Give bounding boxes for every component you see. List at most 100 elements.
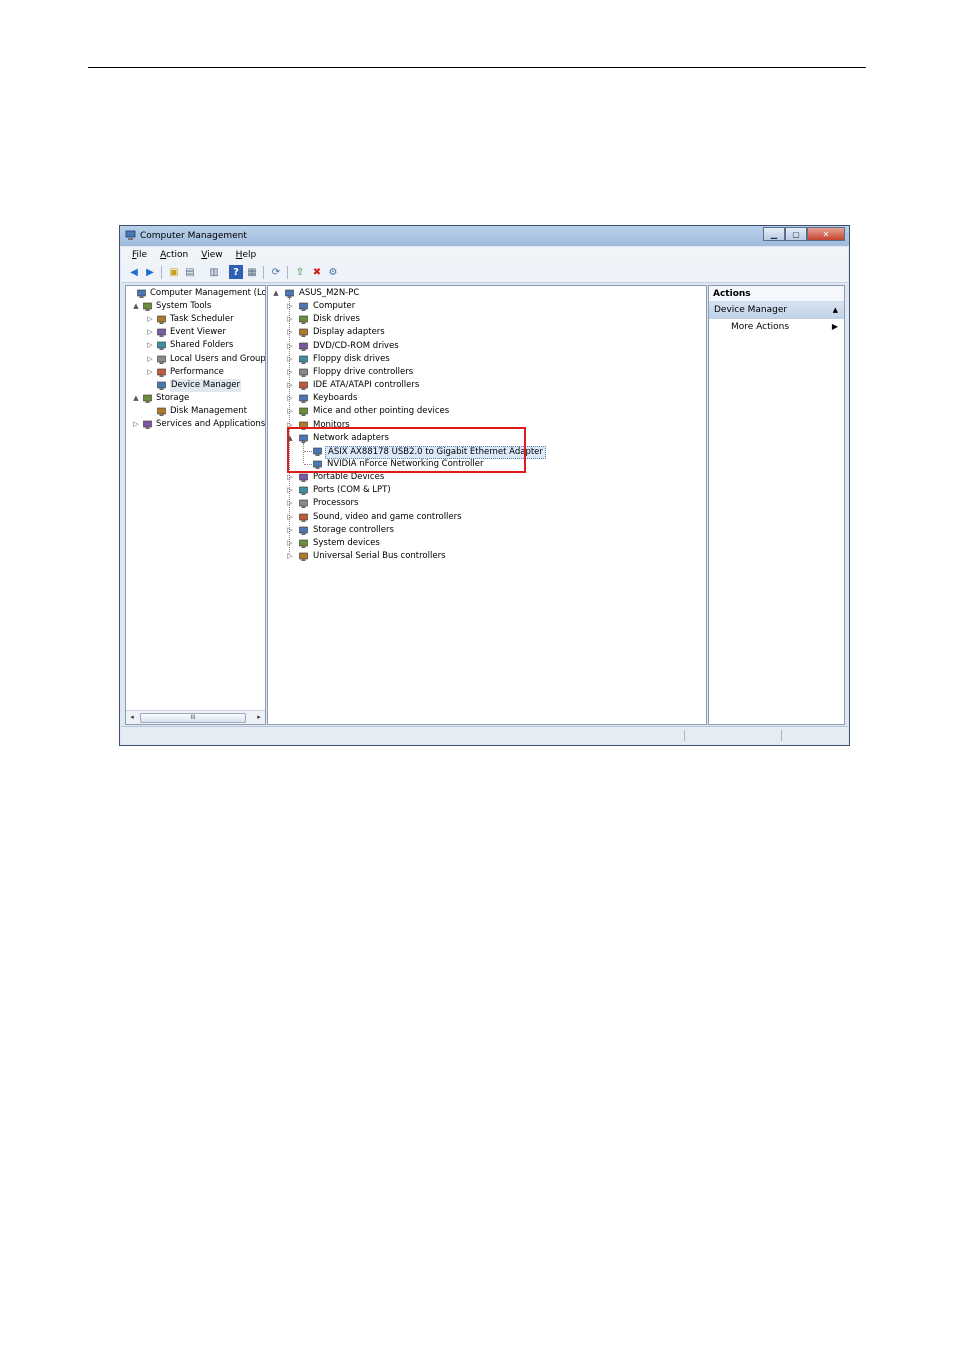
menu-label-rest: ction: [166, 250, 189, 260]
device-tree-root-label: ASUS_M2N-PC: [299, 288, 360, 298]
tree-item-performance[interactable]: ▷ Performance: [126, 366, 265, 379]
collapsed-arrow-icon[interactable]: ▷: [286, 366, 294, 379]
collapsed-arrow-icon[interactable]: ▷: [146, 366, 154, 379]
toolbar: ◀ ▶ ▣ ▤ ▥ ? ▦ ⟳ ⇧ ✖ ⚙: [121, 263, 848, 283]
tree-item-device-manager[interactable]: Device Manager: [126, 378, 265, 392]
disable-device-icon[interactable]: ⚙: [326, 265, 340, 279]
device-category-ide-ata-atapi-controllers[interactable]: ▷ IDE ATA/ATAPI controllers: [268, 379, 706, 392]
close-button[interactable]: ✕: [807, 227, 845, 241]
processor-icon: [299, 500, 308, 509]
collapsed-arrow-icon[interactable]: ▷: [286, 550, 294, 563]
menu-action[interactable]: Action: [160, 250, 188, 260]
forward-arrow-icon[interactable]: ▶: [143, 265, 157, 279]
device-category-ports-com-lpt[interactable]: ▷ Ports (COM & LPT): [268, 484, 706, 497]
device-category-system-devices[interactable]: ▷ System devices: [268, 537, 706, 550]
collapsed-arrow-icon[interactable]: ▷: [286, 537, 294, 550]
submenu-arrow-icon: ▶: [831, 322, 838, 331]
collapsed-arrow-icon[interactable]: ▷: [286, 326, 294, 339]
collapsed-arrow-icon[interactable]: ▷: [286, 353, 294, 366]
collapsed-arrow-icon[interactable]: ▷: [286, 300, 294, 313]
computer-management-icon: [125, 230, 136, 240]
actions-pane: Actions Device Manager ▲ More Actions ▶: [708, 285, 845, 725]
device-category-label: IDE ATA/ATAPI controllers: [313, 380, 420, 391]
sound-icon: [299, 513, 308, 522]
tree-item-system-tools[interactable]: ▲ System Tools: [126, 300, 265, 313]
tree-item-local-users-and-groups[interactable]: ▷ Local Users and Groups: [126, 353, 265, 366]
device-category-storage-controllers[interactable]: ▷ Storage controllers: [268, 524, 706, 537]
collapsed-arrow-icon[interactable]: ▷: [286, 471, 294, 484]
device-category-portable-devices[interactable]: ▷ Portable Devices: [268, 471, 706, 484]
uninstall-icon[interactable]: ✖: [310, 265, 324, 279]
collapsed-arrow-icon[interactable]: ▷: [146, 339, 154, 352]
view-icon[interactable]: ▦: [245, 265, 259, 279]
device-tree-root[interactable]: ▲ ASUS_M2N-PC: [268, 287, 706, 300]
device-category-universal-serial-bus-controllers[interactable]: ▷ Universal Serial Bus controllers: [268, 550, 706, 563]
device-category-floppy-drive-controllers[interactable]: ▷ Floppy drive controllers: [268, 366, 706, 379]
collapsed-arrow-icon[interactable]: ▷: [286, 497, 294, 510]
tree-item-storage[interactable]: ▲ Storage: [126, 392, 265, 405]
device-category-label: Ports (COM & LPT): [313, 485, 391, 496]
scrollbar-thumb[interactable]: III: [140, 713, 246, 723]
device-category-disk-drives[interactable]: ▷ Disk drives: [268, 313, 706, 326]
menu-view[interactable]: View: [201, 250, 222, 260]
tree-item-label: Task Scheduler: [170, 314, 234, 325]
device-category-mice-and-other-pointing-devices[interactable]: ▷ Mice and other pointing devices: [268, 405, 706, 418]
device-category-computer[interactable]: ▷ Computer: [268, 300, 706, 313]
device-category-display-adapters[interactable]: ▷ Display adapters: [268, 326, 706, 339]
more-actions-item[interactable]: More Actions: [731, 322, 789, 332]
toolbar-separator: [161, 266, 162, 279]
up-folder-icon[interactable]: ▣: [167, 265, 181, 279]
collapsed-arrow-icon[interactable]: ▷: [286, 524, 294, 537]
collapsed-arrow-icon[interactable]: ▷: [146, 326, 154, 339]
computer-management-icon: [137, 289, 146, 298]
tree-item-event-viewer[interactable]: ▷ Event Viewer: [126, 326, 265, 339]
network-adapters-highlight: [287, 427, 526, 473]
back-arrow-icon[interactable]: ◀: [127, 265, 141, 279]
collapsed-arrow-icon[interactable]: ▷: [286, 484, 294, 497]
device-category-processors[interactable]: ▷ Processors: [268, 497, 706, 510]
collapse-up-icon[interactable]: ▲: [833, 302, 838, 319]
tree-item-shared-folders[interactable]: ▷ Shared Folders: [126, 339, 265, 352]
expanded-arrow-icon[interactable]: ▲: [132, 300, 140, 313]
collapsed-arrow-icon[interactable]: ▷: [132, 418, 140, 431]
collapsed-arrow-icon[interactable]: ▷: [146, 313, 154, 326]
disk-drive-icon: [299, 315, 308, 325]
expanded-arrow-icon[interactable]: ▲: [272, 287, 280, 300]
title-bar[interactable]: Computer Management ▁ ▢ ✕: [120, 226, 849, 246]
properties-icon[interactable]: ▥: [207, 265, 221, 279]
device-category-sound-video-and-game-controllers[interactable]: ▷ Sound, video and game controllers: [268, 511, 706, 524]
collapsed-arrow-icon[interactable]: ▷: [146, 353, 154, 366]
device-category-floppy-disk-drives[interactable]: ▷ Floppy disk drives: [268, 353, 706, 366]
collapsed-arrow-icon[interactable]: ▷: [286, 340, 294, 353]
tree-item-disk-management[interactable]: Disk Management: [126, 405, 265, 418]
device-category-dvd-cd-rom-drives[interactable]: ▷ DVD/CD-ROM drives: [268, 340, 706, 353]
minimize-button[interactable]: ▁: [763, 227, 785, 241]
update-driver-icon[interactable]: ⇧: [293, 265, 307, 279]
maximize-button[interactable]: ▢: [785, 227, 807, 241]
expanded-arrow-icon[interactable]: ▲: [132, 392, 140, 405]
tree-item-label: Services and Applications: [156, 419, 266, 429]
floppy-icon: [299, 355, 308, 364]
help-icon[interactable]: ?: [229, 265, 243, 279]
tree-item-services-and-applications[interactable]: ▷ Services and Applications: [126, 418, 265, 431]
scroll-left-icon[interactable]: ◂: [126, 711, 138, 724]
tree-item-label: System Tools: [156, 301, 212, 312]
status-divider: [781, 730, 782, 741]
tree-item-task-scheduler[interactable]: ▷ Task Scheduler: [126, 313, 265, 326]
menu-file[interactable]: File: [132, 250, 147, 260]
tree-item-label: Computer Management (Local: [150, 288, 266, 298]
show-hide-tree-icon[interactable]: ▤: [183, 265, 197, 279]
actions-section-device-manager[interactable]: Device Manager ▲: [709, 302, 844, 319]
device-category-keyboards[interactable]: ▷ Keyboards: [268, 392, 706, 405]
collapsed-arrow-icon[interactable]: ▷: [286, 392, 294, 405]
horizontal-scrollbar[interactable]: ◂ III ▸: [126, 710, 265, 724]
ide-icon: [299, 381, 308, 391]
collapsed-arrow-icon[interactable]: ▷: [286, 511, 294, 524]
menu-help[interactable]: Help: [236, 250, 257, 260]
collapsed-arrow-icon[interactable]: ▷: [286, 313, 294, 326]
tree-item-computer-management-local[interactable]: Computer Management (Local: [126, 287, 265, 300]
collapsed-arrow-icon[interactable]: ▷: [286, 379, 294, 392]
scan-hardware-icon[interactable]: ⟳: [269, 265, 283, 279]
collapsed-arrow-icon[interactable]: ▷: [286, 405, 294, 418]
scroll-right-icon[interactable]: ▸: [253, 711, 265, 724]
